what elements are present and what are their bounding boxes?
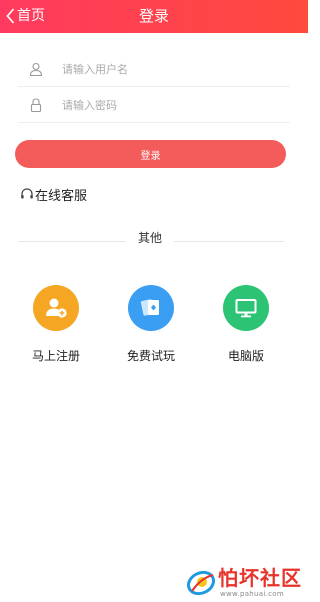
add-user-icon bbox=[46, 298, 67, 318]
register-circle bbox=[33, 285, 79, 331]
desktop-version-option[interactable]: 电脑版 bbox=[211, 285, 281, 364]
desktop-version-circle bbox=[223, 285, 269, 331]
register-label: 马上注册 bbox=[31, 349, 80, 363]
password-input[interactable] bbox=[62, 93, 282, 117]
other-divider-label: 其他 bbox=[130, 229, 170, 247]
free-trial-circle bbox=[128, 285, 174, 331]
user-icon bbox=[29, 62, 43, 77]
login-button[interactable]: 登录 bbox=[15, 140, 286, 168]
playing-cards-icon bbox=[140, 299, 159, 316]
password-field bbox=[18, 87, 290, 123]
online-support-link[interactable]: 在线客服 bbox=[20, 185, 88, 204]
username-input[interactable] bbox=[62, 57, 282, 81]
username-field bbox=[18, 51, 290, 87]
watermark-text: 怕坏社区 bbox=[218, 566, 302, 590]
divider-line-right bbox=[174, 241, 284, 242]
online-support-label: 在线客服 bbox=[35, 188, 88, 204]
free-trial-label: 免费试玩 bbox=[126, 349, 175, 363]
watermark-url: www.pahuai.com bbox=[220, 590, 284, 598]
page-title: 登录 bbox=[138, 7, 169, 25]
register-option[interactable]: 马上注册 bbox=[21, 285, 91, 364]
monitor-icon bbox=[235, 299, 257, 318]
desktop-version-label: 电脑版 bbox=[227, 349, 264, 363]
watermark-logo-icon bbox=[186, 570, 216, 596]
divider-line-left bbox=[18, 241, 126, 242]
lock-icon bbox=[30, 98, 42, 113]
free-trial-option[interactable]: 免费试玩 bbox=[116, 285, 186, 364]
headset-icon bbox=[21, 188, 33, 199]
watermark: 怕坏社区 www.pahuai.com bbox=[186, 566, 308, 602]
app-header: 首页 登录 bbox=[0, 0, 308, 33]
